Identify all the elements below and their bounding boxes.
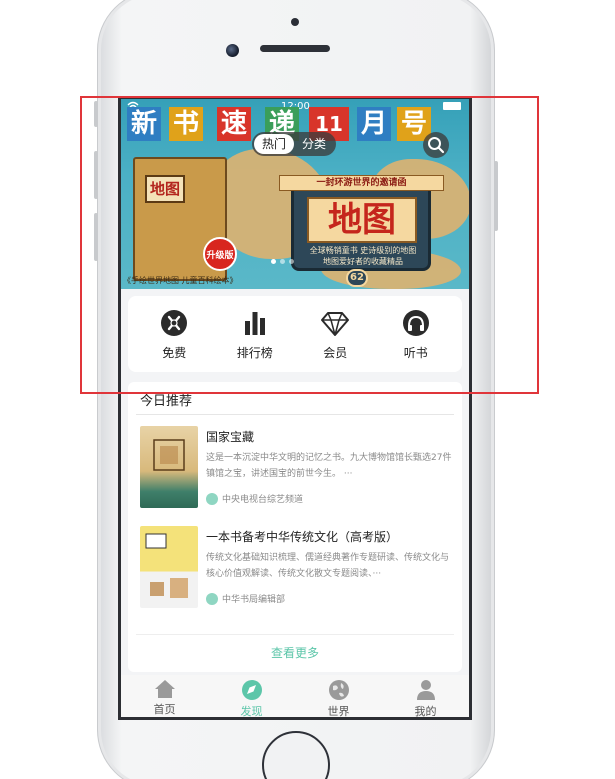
book-thumbnail — [140, 426, 198, 508]
earpiece-speaker — [260, 45, 330, 52]
tab-label: 首页 — [153, 703, 176, 716]
book-title: 一本书备考中华传统文化（高考版） — [206, 530, 399, 544]
tab-profile[interactable]: 我的 — [396, 675, 456, 717]
tab-label: 发现 — [240, 705, 263, 718]
author-name: 中华书局编辑部 — [222, 595, 286, 605]
book-description: 这是一本沉淀中华文明的记忆之书。九大博物馆馆长甄选27件镇馆之宝，讲述国宝的前世… — [206, 453, 452, 479]
book-item[interactable]: 国家宝藏 这是一本沉淀中华文明的记忆之书。九大博物馆馆长甄选27件镇馆之宝，讲述… — [140, 426, 452, 510]
book-author: 中华书局编辑部 — [206, 592, 285, 605]
tab-world[interactable]: 世界 — [309, 675, 369, 717]
divider — [136, 414, 454, 415]
globe-icon — [328, 679, 350, 701]
bottom-tab-bar: 首页 发现 世界 我的 — [121, 675, 469, 717]
front-camera-icon — [226, 44, 239, 57]
book-thumbnail — [140, 526, 198, 608]
author-name: 中央电视台综艺频道 — [222, 495, 304, 505]
author-icon — [206, 592, 218, 605]
tab-discover[interactable]: 发现 — [222, 675, 282, 717]
compass-icon — [241, 679, 263, 701]
tab-label: 我的 — [414, 705, 437, 718]
book-item[interactable]: 一本书备考中华传统文化（高考版） 传统文化基础知识梳理、儒道经典著作专题研读、传… — [140, 526, 452, 610]
author-icon — [206, 492, 218, 505]
tab-label: 世界 — [327, 705, 350, 718]
recommend-section: 今日推荐 国家宝藏 这是一本沉淀中华文明的记忆之书。九大博物馆馆长甄选27件镇馆… — [128, 382, 462, 672]
home-icon — [154, 679, 176, 699]
divider — [136, 634, 454, 635]
mockup-stage: 12:00 新书速递11月号 地图 升级版 《手绘世界地图 儿童百科绘本》 一封… — [0, 0, 615, 779]
tab-home[interactable]: 首页 — [135, 675, 195, 717]
book-description: 传统文化基础知识梳理、儒道经典著作专题研读、传统文化与核心价值观解读、传统文化散… — [206, 553, 450, 579]
highlight-box — [80, 96, 539, 394]
see-more-link[interactable]: 查看更多 — [128, 644, 462, 661]
book-author: 中央电视台综艺频道 — [206, 492, 303, 505]
book-title: 国家宝藏 — [206, 430, 255, 444]
proximity-sensor — [291, 18, 299, 26]
user-icon — [415, 679, 437, 701]
